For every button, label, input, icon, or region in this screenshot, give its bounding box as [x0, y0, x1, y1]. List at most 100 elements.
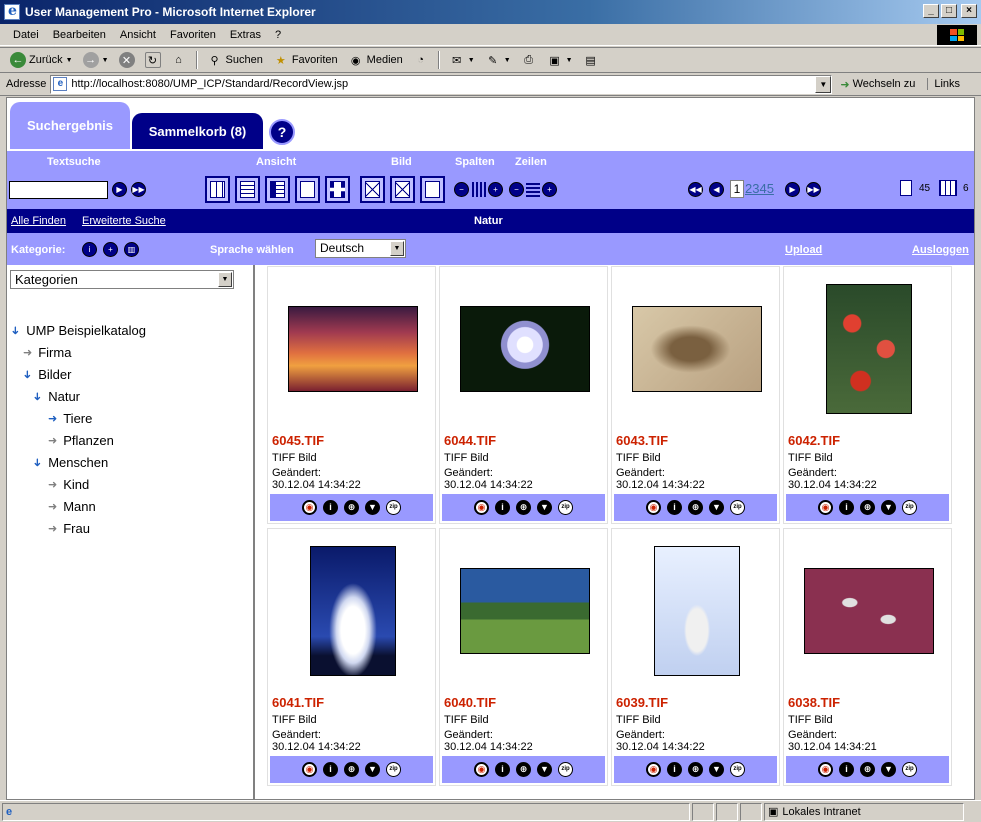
download-icon[interactable]: ▼: [365, 762, 380, 777]
menu-ansicht[interactable]: Ansicht: [113, 29, 163, 41]
print-button[interactable]: ⎙: [517, 50, 541, 70]
category-select[interactable]: Kategorien ▼: [10, 270, 234, 289]
expanded-arrow-icon[interactable]: ➜: [9, 326, 22, 335]
menu-help[interactable]: ?: [268, 29, 288, 41]
download-icon[interactable]: ▼: [537, 500, 552, 515]
tree-item[interactable]: ➜ Firma: [23, 345, 71, 360]
next-page-icon[interactable]: ▶: [785, 182, 800, 197]
properties-icon[interactable]: ⊕: [860, 762, 875, 777]
info-icon[interactable]: i: [323, 762, 338, 777]
collapsed-arrow-icon[interactable]: ➜: [48, 434, 57, 447]
collapsed-arrow-icon[interactable]: ➜: [48, 478, 57, 491]
zip-icon[interactable]: zip: [902, 762, 917, 777]
view-filmstrip-icon[interactable]: [325, 176, 350, 203]
page-links[interactable]: 2345: [745, 181, 774, 196]
info-icon[interactable]: i: [839, 762, 854, 777]
rows-plus-icon[interactable]: +: [542, 182, 557, 197]
view-single-icon[interactable]: [295, 176, 320, 203]
history-button[interactable]: ◔: [409, 50, 433, 70]
record-filename[interactable]: 6043.TIF: [616, 433, 668, 448]
logout-link[interactable]: Ausloggen: [912, 244, 969, 256]
tree-item[interactable]: ➜ Bilder: [21, 367, 71, 382]
advanced-search-link[interactable]: Erweiterte Suche: [82, 215, 166, 227]
properties-icon[interactable]: ⊕: [344, 500, 359, 515]
home-button[interactable]: ⌂: [167, 50, 191, 70]
cart-add-icon[interactable]: ◉: [818, 762, 833, 777]
properties-icon[interactable]: ⊕: [860, 500, 875, 515]
refresh-button[interactable]: ↻: [141, 50, 165, 70]
category-add-icon[interactable]: +: [103, 242, 118, 257]
menu-datei[interactable]: Datei: [6, 29, 46, 41]
record-filename[interactable]: 6044.TIF: [444, 433, 496, 448]
zip-icon[interactable]: zip: [386, 762, 401, 777]
columns-plus-icon[interactable]: +: [488, 182, 503, 197]
record-thumbnail[interactable]: [459, 306, 590, 392]
download-icon[interactable]: ▼: [537, 762, 552, 777]
find-all-link[interactable]: Alle Finden: [11, 215, 66, 227]
zip-icon[interactable]: zip: [558, 762, 573, 777]
cart-add-icon[interactable]: ◉: [474, 762, 489, 777]
info-icon[interactable]: i: [323, 500, 338, 515]
view-grid-icon[interactable]: [205, 176, 230, 203]
record-filename[interactable]: 6039.TIF: [616, 695, 668, 710]
collapsed-arrow-icon[interactable]: ➜: [48, 412, 57, 425]
tree-item[interactable]: ➜ Pflanzen: [48, 433, 114, 448]
expanded-arrow-icon[interactable]: ➜: [31, 458, 44, 467]
collapsed-arrow-icon[interactable]: ➜: [48, 522, 57, 535]
menu-bearbeiten[interactable]: Bearbeiten: [46, 29, 113, 41]
tab-sammelkorb[interactable]: Sammelkorb (8): [132, 113, 263, 149]
address-dropdown-icon[interactable]: ▼: [815, 75, 832, 93]
tree-item[interactable]: ➜ Kind: [48, 477, 89, 492]
menu-favoriten[interactable]: Favoriten: [163, 29, 223, 41]
tree-item[interactable]: ➜ Frau: [48, 521, 90, 536]
tree-item[interactable]: ➜ Natur: [31, 389, 80, 404]
zip-icon[interactable]: zip: [902, 500, 917, 515]
record-filename[interactable]: 6042.TIF: [788, 433, 840, 448]
address-input[interactable]: e http://localhost:8080/UMP_ICP/Standard…: [50, 74, 833, 94]
menu-extras[interactable]: Extras: [223, 29, 268, 41]
text-search-input[interactable]: [9, 181, 108, 199]
collapsed-arrow-icon[interactable]: ➜: [23, 346, 32, 359]
tree-item[interactable]: ➜ Tiere: [48, 411, 92, 426]
record-filename[interactable]: 6041.TIF: [272, 695, 324, 710]
forward-button[interactable]: → ▼: [79, 50, 113, 70]
download-icon[interactable]: ▼: [365, 500, 380, 515]
info-icon[interactable]: i: [495, 762, 510, 777]
links-button[interactable]: Links: [927, 78, 960, 90]
properties-icon[interactable]: ⊕: [688, 500, 703, 515]
info-icon[interactable]: i: [495, 500, 510, 515]
download-icon[interactable]: ▼: [881, 762, 896, 777]
tree-item[interactable]: ➜ UMP Beispielkatalog: [9, 323, 146, 338]
properties-icon[interactable]: ⊕: [516, 500, 531, 515]
upload-link[interactable]: Upload: [785, 244, 822, 256]
image-small-icon[interactable]: [360, 176, 385, 203]
cart-add-icon[interactable]: ◉: [646, 762, 661, 777]
close-button[interactable]: ×: [961, 4, 977, 18]
record-thumbnail[interactable]: [653, 546, 740, 676]
tab-suchergebnis[interactable]: Suchergebnis: [10, 102, 130, 149]
cart-add-icon[interactable]: ◉: [302, 762, 317, 777]
record-thumbnail[interactable]: [287, 306, 418, 392]
zip-icon[interactable]: zip: [558, 500, 573, 515]
record-filename[interactable]: 6038.TIF: [788, 695, 840, 710]
expanded-arrow-icon[interactable]: ➜: [21, 370, 34, 379]
zip-icon[interactable]: zip: [730, 762, 745, 777]
media-button[interactable]: ◉ Medien: [344, 50, 407, 70]
language-select[interactable]: Deutsch ▼: [315, 239, 406, 258]
download-icon[interactable]: ▼: [709, 762, 724, 777]
current-page[interactable]: 1: [730, 180, 744, 198]
cart-add-icon[interactable]: ◉: [646, 500, 661, 515]
properties-icon[interactable]: ⊕: [688, 762, 703, 777]
first-page-icon[interactable]: ◀◀: [688, 182, 703, 197]
cart-add-icon[interactable]: ◉: [818, 500, 833, 515]
back-button[interactable]: ← Zurück ▼: [6, 50, 77, 70]
cart-add-icon[interactable]: ◉: [302, 500, 317, 515]
download-icon[interactable]: ▼: [709, 500, 724, 515]
download-icon[interactable]: ▼: [881, 500, 896, 515]
last-page-icon[interactable]: ▶▶: [806, 182, 821, 197]
record-filename[interactable]: 6045.TIF: [272, 433, 324, 448]
cart-add-icon[interactable]: ◉: [474, 500, 489, 515]
record-thumbnail[interactable]: [825, 284, 912, 414]
image-medium-icon[interactable]: [390, 176, 415, 203]
record-thumbnail[interactable]: [309, 546, 396, 676]
